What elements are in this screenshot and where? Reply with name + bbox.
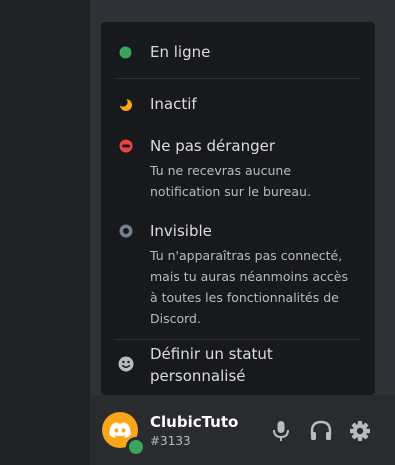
dnd-icon bbox=[119, 139, 133, 153]
description-line: Tu n'apparaîtras pas connecté, bbox=[150, 248, 343, 263]
status-option-idle[interactable]: Inactif bbox=[101, 89, 375, 121]
microphone-icon[interactable] bbox=[268, 419, 294, 443]
description-line: Discord. bbox=[150, 311, 201, 326]
smiley-icon bbox=[118, 356, 134, 372]
status-option-description: Tu n'apparaîtras pas connecté, mais tu a… bbox=[150, 245, 365, 329]
set-custom-status-option[interactable]: Définir un statut personnalisé bbox=[101, 342, 375, 390]
invisible-ring-icon bbox=[119, 224, 133, 238]
status-option-description: Tu ne recevras aucune notification sur l… bbox=[150, 160, 365, 202]
online-dot-icon bbox=[119, 46, 132, 59]
username: ClubicTuto bbox=[150, 413, 239, 431]
online-status-dot bbox=[126, 437, 146, 457]
status-option-label: Ne pas déranger bbox=[150, 137, 276, 155]
status-option-label: Définir un statut personnalisé bbox=[150, 343, 273, 387]
label-line: personnalisé bbox=[150, 367, 246, 385]
headphones-icon[interactable] bbox=[308, 419, 334, 443]
description-line: Tu ne recevras aucune bbox=[150, 163, 292, 178]
separator bbox=[115, 78, 361, 79]
status-option-label: En ligne bbox=[150, 43, 211, 61]
user-panel: ClubicTuto #3133 bbox=[90, 395, 395, 465]
status-picker-popout: En ligne Inactif Ne pas déranger Tu ne r… bbox=[101, 22, 375, 395]
label-line: Définir un statut bbox=[150, 345, 273, 363]
status-option-dnd[interactable]: Ne pas déranger Tu ne recevras aucune no… bbox=[101, 132, 375, 202]
description-line: notification sur le bureau. bbox=[150, 184, 311, 199]
server-sidebar bbox=[0, 0, 90, 465]
status-option-invisible[interactable]: Invisible Tu n'apparaîtras pas connecté,… bbox=[101, 218, 375, 328]
status-option-online[interactable]: En ligne bbox=[101, 36, 375, 68]
description-line: mais tu auras néanmoins accès bbox=[150, 269, 348, 284]
description-line: à toutes les fonctionnalités de bbox=[150, 290, 339, 305]
gear-icon[interactable] bbox=[347, 419, 373, 443]
status-option-label: Invisible bbox=[150, 222, 212, 240]
status-option-label: Inactif bbox=[150, 95, 197, 113]
user-discriminator: #3133 bbox=[150, 434, 191, 448]
idle-moon-icon bbox=[119, 98, 132, 111]
separator bbox=[115, 339, 361, 340]
